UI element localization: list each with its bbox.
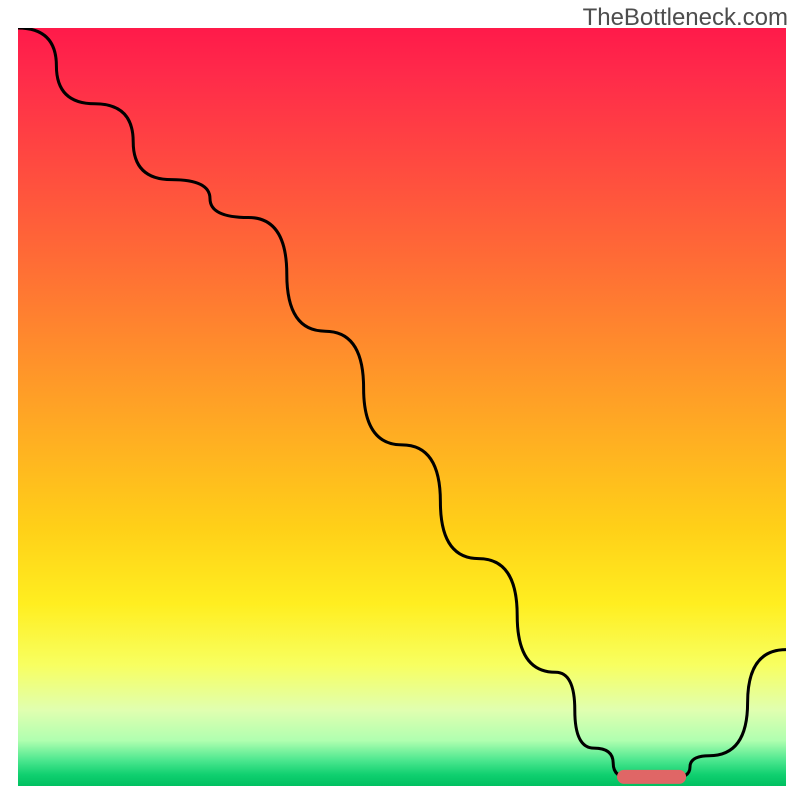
plot-area [18,28,786,786]
optimal-marker [617,770,686,784]
watermark-text: TheBottleneck.com [583,4,788,32]
chart-svg [18,28,786,786]
chart-container: TheBottleneck.com [0,0,800,800]
